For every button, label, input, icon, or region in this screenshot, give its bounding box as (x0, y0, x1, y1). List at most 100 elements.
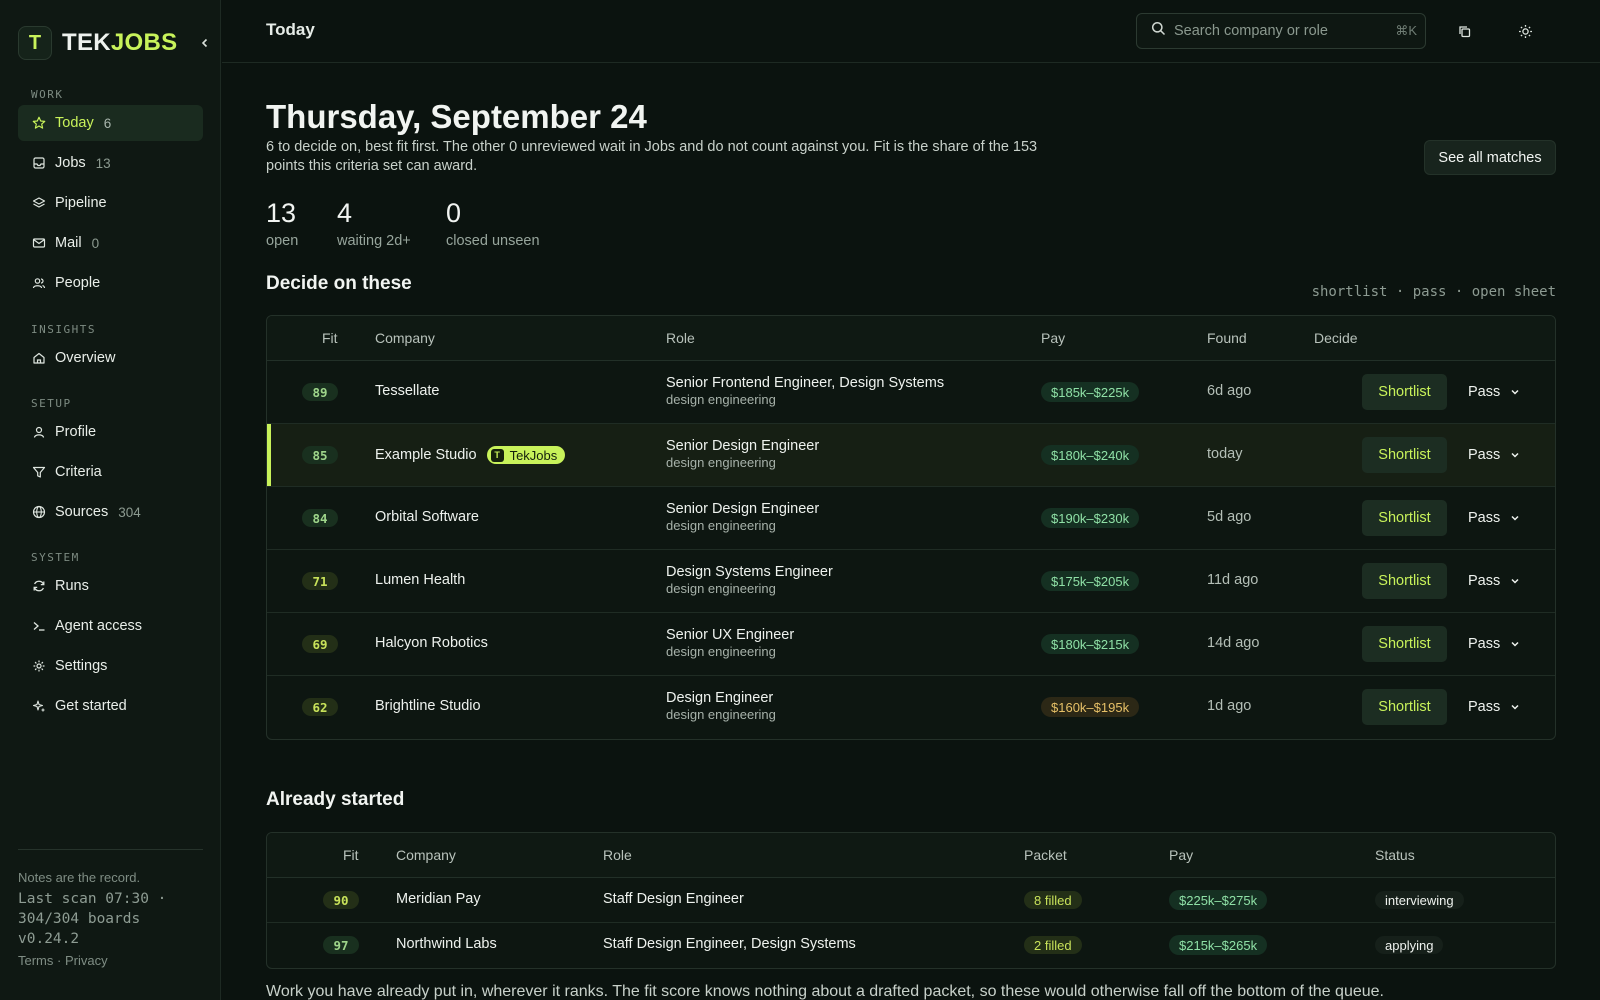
shortlist-button[interactable]: Shortlist (1362, 374, 1447, 410)
search-box[interactable]: ⌘K (1136, 13, 1426, 49)
col-packet[interactable]: Packet (1024, 847, 1067, 863)
sidebar-item-get-started[interactable]: Get started (18, 688, 203, 724)
section-label-system: SYSTEM (31, 551, 80, 564)
col-role[interactable]: Role (603, 847, 632, 863)
found-time: 6d ago (1207, 383, 1252, 399)
company-name[interactable]: Meridian Pay (396, 891, 481, 907)
shortlist-button[interactable]: Shortlist (1362, 626, 1447, 662)
sidebar-item-overview[interactable]: Overview (18, 340, 203, 376)
sidebar-item-runs[interactable]: Runs (18, 568, 203, 604)
home-icon (32, 351, 46, 365)
company-cell[interactable]: Example Studio T TekJobs (375, 446, 566, 464)
search-shortcut: ⌘K (1395, 23, 1417, 38)
gear-icon (32, 659, 46, 673)
sidebar-item-label: Runs (55, 578, 89, 594)
pass-button[interactable]: Pass (1468, 500, 1520, 536)
pay-badge: $180k–$240k (1041, 445, 1140, 465)
shortlist-button[interactable]: Shortlist (1362, 500, 1447, 536)
privacy-link[interactable]: Privacy (65, 953, 108, 968)
copy-icon[interactable] (1455, 22, 1473, 40)
status-badge: applying (1375, 936, 1444, 954)
fit-score: 89 (302, 383, 338, 401)
found-time: 1d ago (1207, 698, 1252, 714)
sidebar-item-mail[interactable]: Mail 0 (18, 225, 203, 261)
sidebar-item-sources[interactable]: Sources 304 (18, 494, 203, 530)
chevron-down-icon (1510, 387, 1520, 397)
col-company[interactable]: Company (396, 847, 456, 863)
search-input[interactable] (1174, 23, 1396, 39)
table-row[interactable]: 71 Lumen Health Design Systems Engineer … (267, 550, 1555, 613)
collapse-sidebar-icon[interactable] (196, 34, 214, 52)
fit-score: 71 (302, 572, 338, 590)
refresh-icon (32, 579, 46, 593)
role-name: Staff Design Engineer, Design Systems (603, 936, 856, 952)
sidebar-item-profile[interactable]: Profile (18, 414, 203, 450)
status-badge: interviewing (1375, 891, 1464, 909)
table-row[interactable]: 84 Orbital Software Senior Design Engine… (267, 487, 1555, 550)
company-name[interactable]: Lumen Health (375, 572, 465, 588)
col-status[interactable]: Status (1375, 847, 1415, 863)
company-name[interactable]: Halcyon Robotics (375, 635, 488, 651)
pay-badge: $185k–$225k (1041, 382, 1140, 402)
sidebar-item-agent-access[interactable]: Agent access (18, 608, 203, 644)
sidebar-item-settings[interactable]: Settings (18, 648, 203, 684)
shortlist-button[interactable]: Shortlist (1362, 563, 1447, 599)
shortlist-button[interactable]: Shortlist (1362, 689, 1447, 725)
pass-button[interactable]: Pass (1468, 626, 1520, 662)
shortlist-button[interactable]: Shortlist (1362, 437, 1447, 473)
table-row[interactable]: 97 Northwind Labs Staff Design Engineer,… (267, 923, 1555, 968)
table-header: Fit Company Role Pay Found Decide (267, 316, 1555, 361)
pass-button[interactable]: Pass (1468, 689, 1520, 725)
company-name[interactable]: Tessellate (375, 383, 439, 399)
sidebar-item-today[interactable]: Today 6 (18, 105, 203, 141)
col-pay[interactable]: Pay (1169, 847, 1193, 863)
company-name[interactable]: Brightline Studio (375, 698, 481, 714)
sidebar-item-jobs[interactable]: Jobs 13 (18, 145, 203, 181)
brand-mark: T (18, 26, 52, 60)
chevron-down-icon (1510, 450, 1520, 460)
sidebar-item-label: Mail (55, 235, 82, 251)
found-time: 11d ago (1207, 572, 1259, 588)
section-label-work: WORK (31, 88, 64, 101)
see-all-matches-button[interactable]: See all matches (1424, 140, 1556, 175)
table-row[interactable]: 85 Example Studio T TekJobs Senior Design … (267, 424, 1555, 487)
col-found[interactable]: Found (1207, 330, 1247, 346)
sun-icon[interactable] (1516, 22, 1534, 40)
people-icon (32, 276, 46, 290)
col-pay[interactable]: Pay (1041, 330, 1065, 346)
sidebar-item-people[interactable]: People (18, 265, 203, 301)
pay-badge: $225k–$275k (1169, 890, 1268, 910)
sidebar-item-pipeline[interactable]: Pipeline (18, 185, 203, 221)
sidebar-footer: Notes are the record. Last scan 07:30 · … (18, 849, 203, 968)
sidebar-item-count: 13 (95, 155, 111, 171)
table-row[interactable]: 69 Halcyon Robotics Senior UX Engineer d… (267, 613, 1555, 676)
col-role[interactable]: Role (666, 330, 695, 346)
pass-button[interactable]: Pass (1468, 374, 1520, 410)
pass-button[interactable]: Pass (1468, 437, 1520, 473)
pass-button[interactable]: Pass (1468, 563, 1520, 599)
col-fit[interactable]: Fit (343, 847, 359, 863)
section-label-insights: INSIGHTS (31, 323, 96, 336)
role-cell: Senior Design Engineer design engineerin… (666, 438, 820, 470)
table-row[interactable]: 62 Brightline Studio Design Engineer des… (267, 676, 1555, 739)
company-name[interactable]: Orbital Software (375, 509, 479, 525)
started-note: Work you have already put in, wherever i… (266, 983, 1384, 1000)
search-icon (1151, 21, 1166, 41)
role-cell: Senior Frontend Engineer, Design Systems… (666, 375, 945, 407)
sidebar-item-criteria[interactable]: Criteria (18, 454, 203, 490)
company-name[interactable]: Northwind Labs (396, 936, 497, 952)
col-company[interactable]: Company (375, 330, 435, 346)
brand-logo[interactable]: T TEKJOBS (18, 26, 177, 60)
table-row[interactable]: 89 Tessellate Senior Frontend Engineer, … (267, 361, 1555, 424)
decide-section-title: Decide on these (266, 273, 412, 294)
table-row[interactable]: 90 Meridian Pay Staff Design Engineer 8 … (267, 878, 1555, 923)
table-header: Fit Company Role Packet Pay Status (267, 833, 1555, 878)
page-date: Thursday, September 24 (266, 98, 647, 135)
terms-link[interactable]: Terms (18, 953, 53, 968)
found-time: today (1207, 446, 1243, 462)
pay-badge: $160k–$195k (1041, 697, 1140, 717)
role-cell: Design Systems Engineer design engineeri… (666, 564, 833, 596)
sidebar-item-label: Settings (55, 658, 108, 674)
inbox-icon (32, 156, 46, 170)
col-fit[interactable]: Fit (322, 330, 338, 346)
